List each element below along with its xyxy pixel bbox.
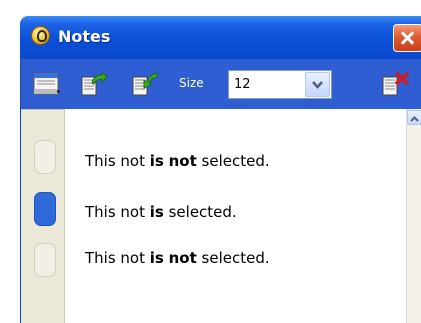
import-note-icon[interactable]	[131, 71, 159, 97]
delete-note-icon[interactable]	[381, 71, 409, 97]
note-text: This not	[85, 152, 150, 170]
size-select[interactable]: 12	[228, 70, 332, 99]
note-item[interactable]: This not is not selected.	[85, 249, 270, 267]
note-bold-text: not	[168, 249, 197, 267]
note-text: This not	[85, 203, 150, 221]
note-item-selected[interactable]: This not is selected.	[85, 203, 237, 221]
note-text: This not	[85, 249, 150, 267]
title-bar[interactable]: Notes	[20, 16, 421, 59]
note-handle[interactable]	[34, 243, 56, 277]
vertical-scrollbar[interactable]	[406, 109, 421, 323]
export-note-icon[interactable]	[80, 71, 108, 97]
note-bold-text: is	[149, 249, 164, 267]
note-text: selected.	[163, 203, 237, 221]
size-value: 12	[234, 77, 251, 92]
size-label: Size	[179, 76, 204, 90]
note-text: selected.	[196, 152, 270, 170]
note-bold-text: not	[168, 152, 197, 170]
note-handle[interactable]	[34, 140, 56, 174]
chevron-down-icon	[312, 81, 323, 89]
close-button[interactable]	[393, 24, 421, 52]
selection-strip	[21, 109, 65, 323]
scroll-up-button[interactable]	[407, 110, 421, 125]
note-text: selected.	[196, 249, 270, 267]
list-view-icon[interactable]	[33, 71, 61, 97]
notes-list: This not is not selected. This not is se…	[20, 109, 421, 323]
note-item[interactable]: This not is not selected.	[85, 152, 270, 170]
chevron-up-icon	[410, 116, 419, 122]
app-icon	[31, 26, 50, 45]
window-title: Notes	[58, 27, 111, 46]
note-bold-text: is	[149, 152, 164, 170]
note-bold-text: is	[149, 203, 164, 221]
toolbar: Size 12	[20, 59, 421, 109]
dropdown-button[interactable]	[305, 72, 330, 97]
note-handle-selected[interactable]	[34, 192, 56, 226]
